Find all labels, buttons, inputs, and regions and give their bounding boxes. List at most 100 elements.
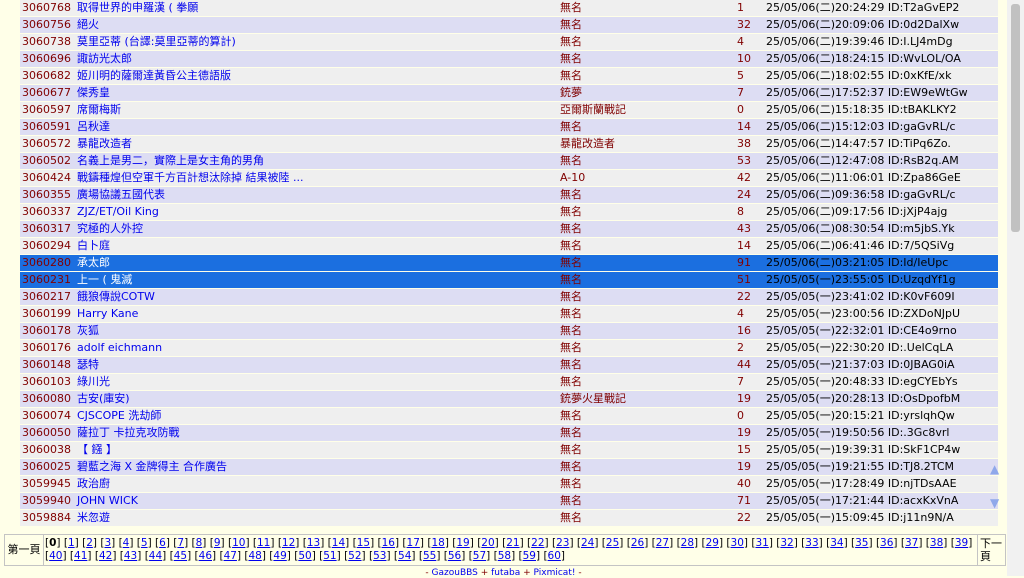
page-link[interactable]: 49 xyxy=(273,550,286,562)
page-link[interactable]: 59 xyxy=(523,550,536,562)
page-link[interactable]: 31 xyxy=(755,537,768,549)
page-link[interactable]: 17 xyxy=(407,537,420,549)
thread-title-link[interactable]: 承太郎 xyxy=(77,256,110,269)
page-link[interactable]: 35 xyxy=(855,537,868,549)
page-link[interactable]: 4 xyxy=(123,537,130,549)
thread-title-link[interactable]: 上一 ( 鬼滅 xyxy=(77,273,132,286)
page-link[interactable]: 11 xyxy=(257,537,270,549)
page-link[interactable]: 60 xyxy=(548,550,561,562)
thread-title-link[interactable]: 名義上是男二，實際上是女主角的男角 xyxy=(77,154,264,167)
page-link[interactable]: 19 xyxy=(456,537,469,549)
thread-title-link[interactable]: 戰鑄種煌但空軍千方百計想汰除掉 結果被陸 ... xyxy=(77,171,303,184)
page-link[interactable]: 54 xyxy=(398,550,411,562)
page-link[interactable]: 33 xyxy=(805,537,818,549)
page-link[interactable]: 40 xyxy=(49,550,62,562)
thread-title-link[interactable]: 席爾梅斯 xyxy=(77,103,121,116)
thread-title-link[interactable]: adolf eichmann xyxy=(77,341,162,354)
page-link[interactable]: 51 xyxy=(323,550,336,562)
thread-title-link[interactable]: 姬川明的薩爾達黃昏公主德語版 xyxy=(77,69,231,82)
page-link[interactable]: 13 xyxy=(307,537,320,549)
thread-title-link[interactable]: ZJZ/ET/Oil King xyxy=(77,205,159,218)
page-link[interactable]: 7 xyxy=(177,537,184,549)
thread-title-link[interactable]: 灰狐 xyxy=(77,324,99,337)
thread-title-link[interactable]: 【 鏹 】 xyxy=(77,443,117,456)
page-link[interactable]: 23 xyxy=(556,537,569,549)
thread-title-link[interactable]: 餓狼傳說COTW xyxy=(77,290,155,303)
scroll-down-icon[interactable]: ▼ xyxy=(990,497,1000,509)
page-link[interactable]: 10 xyxy=(232,537,245,549)
page-link[interactable]: 21 xyxy=(506,537,519,549)
page-link[interactable]: 53 xyxy=(373,550,386,562)
page-link[interactable]: 56 xyxy=(448,550,461,562)
page-link[interactable]: 6 xyxy=(159,537,166,549)
page-link[interactable]: 38 xyxy=(930,537,943,549)
thread-title-link[interactable]: 薩拉丁 卡拉克攻防戰 xyxy=(77,426,180,439)
page-link[interactable]: 44 xyxy=(149,550,162,562)
page-link[interactable]: 46 xyxy=(199,550,212,562)
scrollbar-thumb[interactable] xyxy=(1011,4,1020,232)
page-link[interactable]: 52 xyxy=(348,550,361,562)
thread-title-link[interactable]: Harry Kane xyxy=(77,307,138,320)
thread-title-link[interactable]: CJSCOPE 洗劫師 xyxy=(77,409,161,422)
page-link[interactable]: 12 xyxy=(282,537,295,549)
page-link[interactable]: 26 xyxy=(631,537,644,549)
thread-title-link[interactable]: 古安(庫安) xyxy=(77,392,130,405)
page-link[interactable]: 14 xyxy=(332,537,345,549)
page-link[interactable]: 27 xyxy=(656,537,669,549)
page-link[interactable]: 41 xyxy=(74,550,87,562)
page-link[interactable]: 58 xyxy=(498,550,511,562)
page-link[interactable]: 30 xyxy=(731,537,744,549)
footer-link-gazoubbs[interactable]: GazouBBS xyxy=(432,568,478,578)
thread-title-link[interactable]: 絕火 xyxy=(77,18,99,31)
page-link[interactable]: 20 xyxy=(481,537,494,549)
page-link[interactable]: 8 xyxy=(196,537,203,549)
thread-title-link[interactable]: 暴龍改造者 xyxy=(77,137,132,150)
thread-title-link[interactable]: JOHN WICK xyxy=(77,494,138,507)
page-link[interactable]: 48 xyxy=(248,550,261,562)
thread-title-link[interactable]: 米忽遊 xyxy=(77,511,110,524)
first-page-button[interactable]: 第一頁 xyxy=(5,535,44,565)
page-link[interactable]: 36 xyxy=(880,537,893,549)
page-link[interactable]: 39 xyxy=(955,537,968,549)
page-link[interactable]: 15 xyxy=(357,537,370,549)
thread-title-link[interactable]: 莫里亞蒂 (台譯:莫里亞蒂的算計) xyxy=(77,35,236,48)
page-link[interactable]: 43 xyxy=(124,550,137,562)
thread-title-link[interactable]: 綠川光 xyxy=(77,375,110,388)
thread-title-link[interactable]: 白卜庭 xyxy=(77,239,110,252)
page-link[interactable]: 50 xyxy=(298,550,311,562)
thread-title-link[interactable]: 瑟特 xyxy=(77,358,99,371)
page-link[interactable]: 57 xyxy=(473,550,486,562)
page-link[interactable]: 24 xyxy=(581,537,594,549)
page-link[interactable]: 18 xyxy=(431,537,444,549)
vertical-scrollbar[interactable] xyxy=(1007,0,1024,576)
page-link[interactable]: 3 xyxy=(104,537,111,549)
scroll-up-icon[interactable]: ▲ xyxy=(990,463,1000,475)
page-link[interactable]: 37 xyxy=(905,537,918,549)
thread-title-link[interactable]: 碧藍之海 X 金牌得主 合作廣告 xyxy=(77,460,227,473)
thread-title-link[interactable]: 呂秋達 xyxy=(77,120,110,133)
page-link[interactable]: 34 xyxy=(830,537,843,549)
page-link[interactable]: 5 xyxy=(141,537,148,549)
thread-title-link[interactable]: 取得世界的申羅漢 ( 拳願 xyxy=(77,1,198,14)
page-link[interactable]: 47 xyxy=(224,550,237,562)
next-page-button[interactable]: 下一頁 xyxy=(977,535,1005,565)
thread-title-link[interactable]: 究極的人外控 xyxy=(77,222,143,235)
page-link[interactable]: 29 xyxy=(706,537,719,549)
thread-title-link[interactable]: 傑秀皇 xyxy=(77,86,110,99)
footer-link-futaba[interactable]: futaba xyxy=(491,568,520,578)
thread-title-link[interactable]: 廣場協議五國代表 xyxy=(77,188,165,201)
page-link[interactable]: 28 xyxy=(681,537,694,549)
page-link[interactable]: 55 xyxy=(423,550,436,562)
page-link[interactable]: 2 xyxy=(86,537,93,549)
thread-title-link[interactable]: 諏訪光太郎 xyxy=(77,52,132,65)
thread-title-link[interactable]: 政治廚 xyxy=(77,477,110,490)
page-link[interactable]: 9 xyxy=(214,537,221,549)
page-link[interactable]: 25 xyxy=(606,537,619,549)
page-link[interactable]: 1 xyxy=(68,537,75,549)
page-link[interactable]: 32 xyxy=(780,537,793,549)
page-link[interactable]: 22 xyxy=(531,537,544,549)
page-link[interactable]: 42 xyxy=(99,550,112,562)
footer-link-pixmicat[interactable]: Pixmicat! xyxy=(534,568,576,578)
page-link[interactable]: 45 xyxy=(174,550,187,562)
page-link[interactable]: 16 xyxy=(382,537,395,549)
